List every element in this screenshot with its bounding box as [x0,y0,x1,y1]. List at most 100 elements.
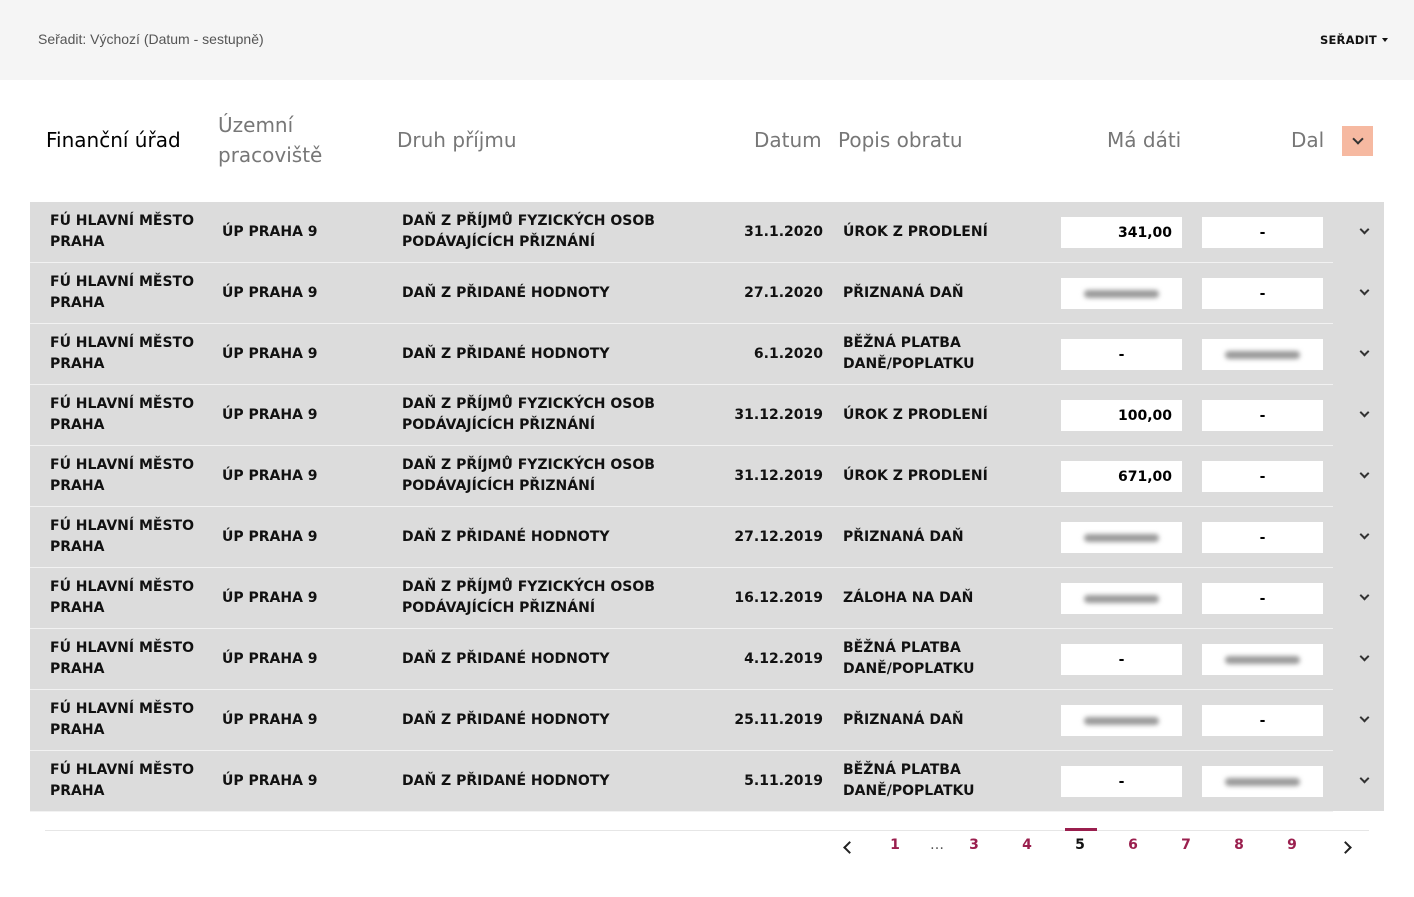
cell-ma-dati: - [1061,339,1182,370]
cell-datum: 27.1.2020 [744,284,823,301]
cell-financni-urad: FÚ HLAVNÍ MĚSTO PRAHA [50,457,194,494]
row-expand-button[interactable] [1350,507,1380,567]
current-page-indicator [1065,828,1097,831]
cell-uzemni-pracoviste: ÚP PRAHA 9 [222,345,318,362]
table-row[interactable]: FÚ HLAVNÍ MĚSTO PRAHA ÚP PRAHA 9 DAŇ Z PŘI… [30,324,1333,385]
cell-datum: 5.11.2019 [744,772,823,789]
row-expand-button[interactable] [1350,751,1380,811]
header-financni-urad[interactable]: Finanční úřad [46,125,181,155]
dal-value: - [1259,712,1266,729]
cell-popis-obratu: BĚŽNÁ PLATBA DANĚ/POPLATKU [843,335,975,372]
ma-dati-value: - [1118,773,1125,790]
dal-value: - [1259,529,1266,546]
cell-datum: 6.1.2020 [753,345,823,362]
transactions-table: FÚ HLAVNÍ MĚSTO PRAHA ÚP PRAHA 9 DAŇ Z PŘÍ… [30,202,1384,812]
header-ma-dati[interactable]: Má dáti [1107,125,1181,155]
cell-ma-dati: 671,00 [1061,461,1182,492]
chevron-down-icon [1359,346,1370,357]
redacted-value [1225,777,1300,786]
cell-financni-urad: FÚ HLAVNÍ MĚSTO PRAHA [50,762,194,799]
cell-popis-obratu: ÚROK Z PRODLENÍ [843,406,988,423]
row-expand-button[interactable] [1350,202,1380,262]
chevron-left-icon[interactable] [843,841,856,854]
page-link-5[interactable]: 5 [1065,837,1095,853]
table-row[interactable]: FÚ HLAVNÍ MĚSTO PRAHA ÚP PRAHA 9 DAŇ Z PŘÍ… [30,446,1333,507]
cell-uzemni-pracoviste: ÚP PRAHA 9 [222,284,318,301]
row-expand-button[interactable] [1350,263,1380,323]
table-row[interactable]: FÚ HLAVNÍ MĚSTO PRAHA ÚP PRAHA 9 DAŇ Z PŘÍ… [30,385,1333,446]
page-link-9[interactable]: 9 [1277,837,1307,853]
sort-button[interactable]: SEŘADIT [1320,33,1388,47]
dal-value: - [1259,468,1266,485]
chevron-down-icon [1359,224,1370,235]
cell-dal: - [1202,705,1323,736]
pagination-ellipsis: … [930,837,944,853]
cell-financni-urad: FÚ HLAVNÍ MĚSTO PRAHA [50,518,194,555]
cell-uzemni-pracoviste: ÚP PRAHA 9 [222,650,318,667]
cell-ma-dati [1061,278,1182,309]
row-expand-button[interactable] [1350,690,1380,750]
dal-value: - [1259,590,1266,607]
chevron-down-icon [1359,407,1370,418]
row-expand-button[interactable] [1350,568,1380,628]
cell-financni-urad: FÚ HLAVNÍ MĚSTO PRAHA [50,213,194,250]
header-uzemni-pracoviste[interactable]: Územní pracoviště [218,110,322,170]
page-link-3[interactable]: 3 [959,837,989,853]
cell-datum: 31.1.2020 [744,223,823,240]
cell-datum: 31.12.2019 [734,406,823,423]
pagination-divider [45,830,1369,831]
dal-value: - [1259,285,1266,302]
cell-datum: 16.12.2019 [734,589,823,606]
header-dal[interactable]: Dal [1291,125,1324,155]
page-link-6[interactable]: 6 [1118,837,1148,853]
page-link-1[interactable]: 1 [880,837,910,853]
cell-popis-obratu: ÚROK Z PRODLENÍ [843,223,988,240]
cell-dal: - [1202,217,1323,248]
row-expand-button[interactable] [1350,385,1380,445]
cell-financni-urad: FÚ HLAVNÍ MĚSTO PRAHA [50,396,194,433]
cell-uzemni-pracoviste: ÚP PRAHA 9 [222,406,318,423]
table-row[interactable]: FÚ HLAVNÍ MĚSTO PRAHA ÚP PRAHA 9 DAŇ Z PŘÍ… [30,202,1333,263]
header-druh-prijmu[interactable]: Druh příjmu [397,125,517,155]
redacted-value [1084,289,1159,298]
header-popis-obratu[interactable]: Popis obratu [838,125,963,155]
chevron-down-icon [1359,529,1370,540]
cell-dal [1202,339,1323,370]
page-link-8[interactable]: 8 [1224,837,1254,853]
ma-dati-value: - [1118,651,1125,668]
row-expand-button[interactable] [1350,324,1380,384]
cell-uzemni-pracoviste: ÚP PRAHA 9 [222,467,318,484]
cell-ma-dati: - [1061,766,1182,797]
cell-ma-dati: 341,00 [1061,217,1182,248]
cell-financni-urad: FÚ HLAVNÍ MĚSTO PRAHA [50,274,194,311]
chevron-down-icon [1359,468,1370,479]
cell-datum: 27.12.2019 [734,528,823,545]
table-row[interactable]: FÚ HLAVNÍ MĚSTO PRAHA ÚP PRAHA 9 DAŇ Z PŘI… [30,507,1333,568]
cell-uzemni-pracoviste: ÚP PRAHA 9 [222,772,318,789]
redacted-value [1225,655,1300,664]
row-expand-button[interactable] [1350,446,1380,506]
cell-popis-obratu: PŘIZNANÁ DAŇ [843,284,964,301]
expand-all-button[interactable] [1342,126,1373,156]
cell-datum: 31.12.2019 [734,467,823,484]
cell-druh-prijmu: DAŇ Z PŘÍJMŮ FYZICKÝCH OSOB PODÁVAJÍCÍCH… [402,457,655,494]
cell-dal: - [1202,583,1323,614]
ma-dati-value: 100,00 [1117,407,1172,424]
table-row[interactable]: FÚ HLAVNÍ MĚSTO PRAHA ÚP PRAHA 9 DAŇ Z PŘI… [30,263,1333,324]
dal-value: - [1259,407,1266,424]
cell-dal: - [1202,400,1323,431]
page-link-4[interactable]: 4 [1012,837,1042,853]
table-row[interactable]: FÚ HLAVNÍ MĚSTO PRAHA ÚP PRAHA 9 DAŇ Z PŘI… [30,629,1333,690]
table-row[interactable]: FÚ HLAVNÍ MĚSTO PRAHA ÚP PRAHA 9 DAŇ Z PŘI… [30,690,1333,751]
page-link-7[interactable]: 7 [1171,837,1201,853]
chevron-right-icon[interactable] [1339,841,1352,854]
cell-druh-prijmu: DAŇ Z PŘÍJMŮ FYZICKÝCH OSOB PODÁVAJÍCÍCH… [402,213,655,250]
chevron-down-icon [1359,285,1370,296]
table-row[interactable]: FÚ HLAVNÍ MĚSTO PRAHA ÚP PRAHA 9 DAŇ Z PŘI… [30,751,1333,812]
dal-value: - [1259,224,1266,241]
row-expand-button[interactable] [1350,629,1380,689]
cell-popis-obratu: ÚROK Z PRODLENÍ [843,467,988,484]
header-datum[interactable]: Datum [754,125,822,155]
table-row[interactable]: FÚ HLAVNÍ MĚSTO PRAHA ÚP PRAHA 9 DAŇ Z PŘÍ… [30,568,1333,629]
cell-uzemni-pracoviste: ÚP PRAHA 9 [222,589,318,606]
